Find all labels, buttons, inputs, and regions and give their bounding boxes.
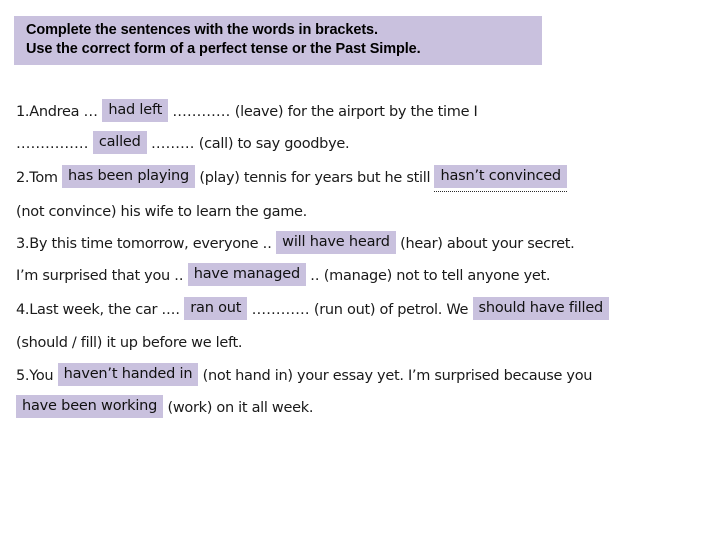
item-2-text-2: (not convince) his wife to learn the gam… bbox=[16, 204, 307, 220]
item-1-blank-dots-2: ………… bbox=[172, 104, 231, 120]
item-4-answer-2[interactable]: should have filled bbox=[472, 297, 610, 320]
item-4-number: 4.Last week, the car bbox=[16, 302, 158, 318]
item-5-text-2: (work) on it all week. bbox=[167, 400, 314, 416]
item-3-blank-dots-2: .. bbox=[174, 268, 184, 284]
item-1-text-2: (call) to say goodbye. bbox=[198, 136, 350, 152]
item-1-blank-dots-1: … bbox=[83, 104, 99, 120]
item-3-answer-1[interactable]: will have heard bbox=[276, 231, 396, 254]
instructions-banner: Complete the sentences with the words in… bbox=[14, 16, 542, 65]
instructions-line-1: Complete the sentences with the words in… bbox=[26, 22, 378, 38]
item-5-text-1: (not hand in) your essay yet. I’m surpri… bbox=[202, 368, 593, 384]
item-4-answer-1[interactable]: ran out bbox=[184, 297, 248, 320]
item-1-number: 1.Andrea bbox=[16, 104, 80, 120]
item-5-answer-1[interactable]: haven’t handed in bbox=[57, 363, 199, 386]
item-3-number: 3.By this time tomorrow, everyone bbox=[16, 236, 259, 252]
slide-canvas: Complete the sentences with the words in… bbox=[0, 0, 720, 540]
item-4-text-1: (run out) of petrol. We bbox=[313, 302, 469, 318]
item-2-answer-2[interactable]: hasn’t convinced bbox=[434, 165, 568, 192]
item-2-answer-1[interactable]: has been playing bbox=[62, 165, 196, 188]
item-4-blank-dots-2: ………… bbox=[251, 302, 310, 318]
item-4-blank-dots-1: .... bbox=[161, 302, 180, 318]
item-1-answer-1[interactable]: had left bbox=[102, 99, 169, 122]
item-5-answer-2[interactable]: have been working bbox=[16, 395, 164, 418]
item-3-blank-dots-1: .. bbox=[262, 236, 272, 252]
item-4-text-2: (should / fill) it up before we left. bbox=[16, 335, 243, 351]
item-2-text-1: (play) tennis for years but he still bbox=[199, 170, 431, 186]
item-1-text-1: (leave) for the airport by the time I bbox=[234, 104, 478, 120]
item-3-text-2: I’m surprised that you bbox=[16, 268, 170, 284]
item-5-number: 5.You bbox=[16, 368, 54, 384]
item-3-blank-dots-3: .. bbox=[310, 268, 320, 284]
item-3-answer-2[interactable]: have managed bbox=[187, 263, 306, 286]
item-1-answer-2[interactable]: called bbox=[92, 131, 147, 154]
item-1-blank-dots-3: …………… bbox=[16, 136, 89, 152]
item-2-number: 2.Tom bbox=[16, 170, 58, 186]
item-1-blank-dots-4: ……… bbox=[150, 136, 195, 152]
instructions-line-2: Use the correct form of a perfect tense … bbox=[26, 41, 421, 57]
item-3-text-1: (hear) about your secret. bbox=[400, 236, 575, 252]
item-3-text-3: (manage) not to tell anyone yet. bbox=[323, 268, 551, 284]
